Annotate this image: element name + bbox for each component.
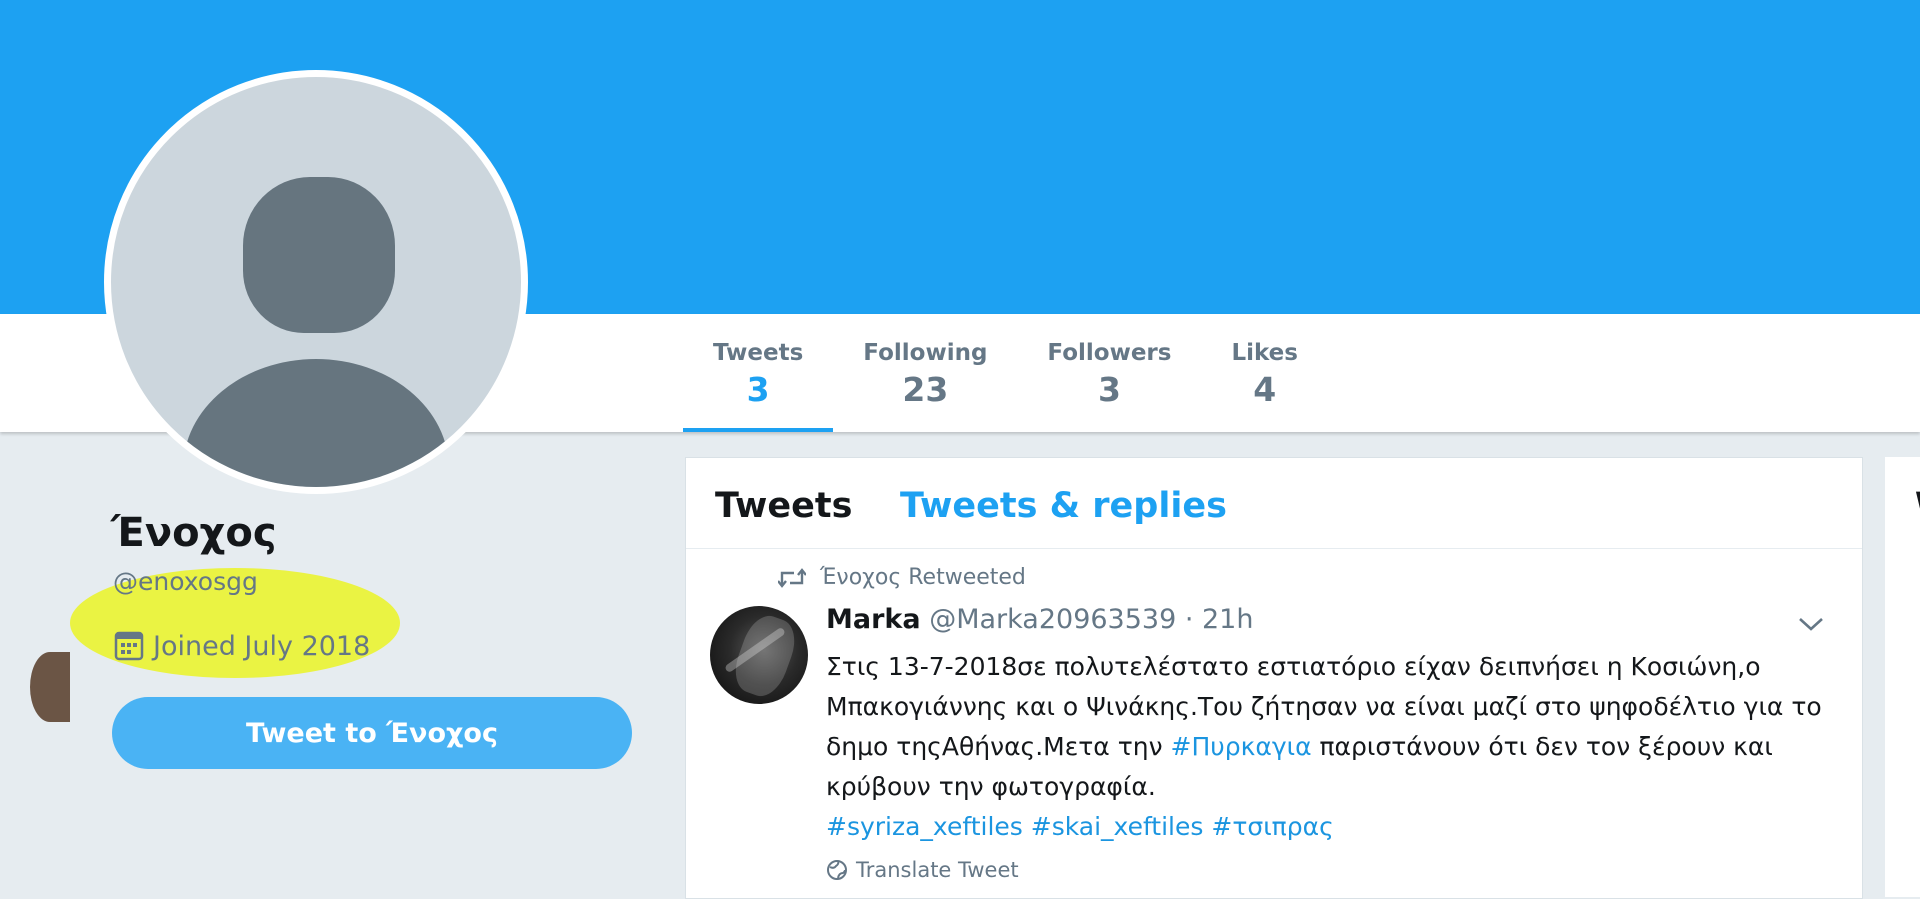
tweet-author-handle-time[interactable]: @Marka20963539 · 21h <box>929 604 1253 635</box>
calendar-icon <box>114 631 144 661</box>
timeline-card: Tweets Tweets & replies Ένοχος Retweeted… <box>685 457 1863 899</box>
hashtag-link[interactable]: #τσιπρας <box>1211 812 1333 841</box>
chevron-down-icon[interactable] <box>1798 616 1824 632</box>
retweet-icon <box>778 567 806 588</box>
hashtag-link[interactable]: #Πυρκαγια <box>1171 732 1312 761</box>
tweet-text-line: δημο τηςΑθήνας.Μετα την #Πυρκαγια παριστ… <box>826 732 1773 761</box>
hashtag-link[interactable]: #syriza_xeftiles <box>826 812 1023 841</box>
right-sidebar-card: W <box>1885 457 1920 897</box>
right-sidebar-heading: W <box>1915 485 1920 523</box>
stat-following-value: 23 <box>902 370 949 409</box>
joined-date: Joined July 2018 <box>113 630 370 662</box>
profile-stats: Tweets 3 Following 23 Followers 3 Likes … <box>683 314 1328 432</box>
joined-date-text: Joined July 2018 <box>153 630 371 662</box>
stat-likes[interactable]: Likes 4 <box>1201 314 1328 432</box>
default-avatar-body-icon <box>183 359 449 487</box>
stat-tweets-label: Tweets <box>713 340 804 366</box>
tweet-author-name[interactable]: Marka <box>826 604 921 635</box>
stat-likes-value: 4 <box>1253 370 1277 409</box>
stat-following[interactable]: Following 23 <box>833 314 1017 432</box>
tab-tweets[interactable]: Tweets <box>715 486 852 526</box>
translate-tweet[interactable]: Translate Tweet <box>826 858 1019 882</box>
retweet-context-text: Ένοχος Retweeted <box>820 565 1026 590</box>
profile-avatar[interactable] <box>104 70 528 494</box>
tweet-text-line: κρύβουν την φωτογραφία. <box>826 772 1156 801</box>
default-avatar-head-icon <box>243 177 395 333</box>
timeline-tabs: Tweets Tweets & replies <box>686 458 1862 549</box>
tab-tweets-and-replies[interactable]: Tweets & replies <box>900 486 1227 526</box>
tweet-hashtags: #syriza_xeftiles #skai_xeftiles #τσιπρας <box>826 807 1836 847</box>
stat-likes-label: Likes <box>1231 340 1298 366</box>
tweet-header: Marka @Marka20963539 · 21h <box>826 604 1253 635</box>
profile-handle[interactable]: @enoxosgg <box>113 567 258 596</box>
suggested-user-avatar[interactable] <box>30 652 70 722</box>
stat-tweets-value: 3 <box>746 370 770 409</box>
stat-following-label: Following <box>863 340 988 366</box>
stat-followers-value: 3 <box>1097 370 1121 409</box>
tweet-text-line: Στις 13-7-2018σε πολυτελέστατο εστιατόρι… <box>826 652 1761 681</box>
profile-name[interactable]: Ένοχος <box>111 510 277 556</box>
hashtag-link[interactable]: #skai_xeftiles <box>1031 812 1204 841</box>
stat-followers[interactable]: Followers 3 <box>1017 314 1201 432</box>
tweet-text: Στις 13-7-2018σε πολυτελέστατο εστιατόρι… <box>826 647 1836 847</box>
translate-tweet-label: Translate Tweet <box>856 858 1019 882</box>
tweet-text-line: Μπακογιάννης και ο Ψινάκης.Του ζήτησαν ν… <box>826 692 1822 721</box>
tweet-author-avatar[interactable] <box>710 606 808 704</box>
stat-followers-label: Followers <box>1047 340 1172 366</box>
tweet-to-button[interactable]: Tweet to Ένοχος <box>112 697 632 769</box>
stat-tweets[interactable]: Tweets 3 <box>683 314 834 432</box>
retweet-context[interactable]: Ένοχος Retweeted <box>778 565 1026 590</box>
